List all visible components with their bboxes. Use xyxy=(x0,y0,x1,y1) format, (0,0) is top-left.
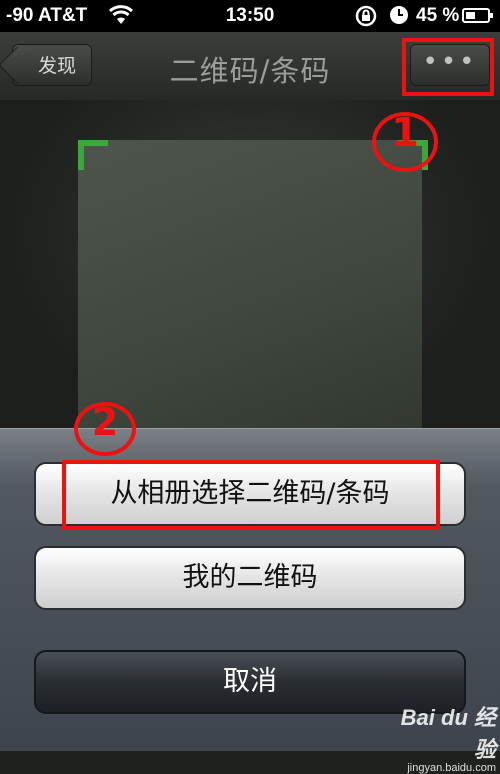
rotation-lock-icon xyxy=(354,4,378,33)
scan-frame xyxy=(78,140,422,430)
scan-corner-top-left xyxy=(78,140,108,170)
watermark-site: jingyan.baidu.com xyxy=(407,762,496,774)
battery-percent: 45 % xyxy=(416,5,460,26)
back-button-label: 发现 xyxy=(37,55,76,77)
status-bar: -90 AT&T 13:50 45 % xyxy=(0,0,500,32)
annotation-highlight-more xyxy=(402,38,494,96)
baidu-jingyan-watermark: Bai du 经验 jingyan.baidu.com xyxy=(386,700,496,774)
watermark-brand: Bai du 经验 xyxy=(400,705,496,762)
page-title: 二维码/条码 xyxy=(169,54,331,88)
my-qr-code-button[interactable]: 我的二维码 xyxy=(34,546,466,610)
annotation-highlight-album xyxy=(62,460,440,530)
annotation-step2-number: 2 xyxy=(91,400,119,444)
back-button[interactable]: 发现 xyxy=(12,44,92,86)
battery-icon xyxy=(462,8,493,23)
annotation-step1-number: 1 xyxy=(391,110,419,156)
alarm-icon xyxy=(388,4,410,31)
